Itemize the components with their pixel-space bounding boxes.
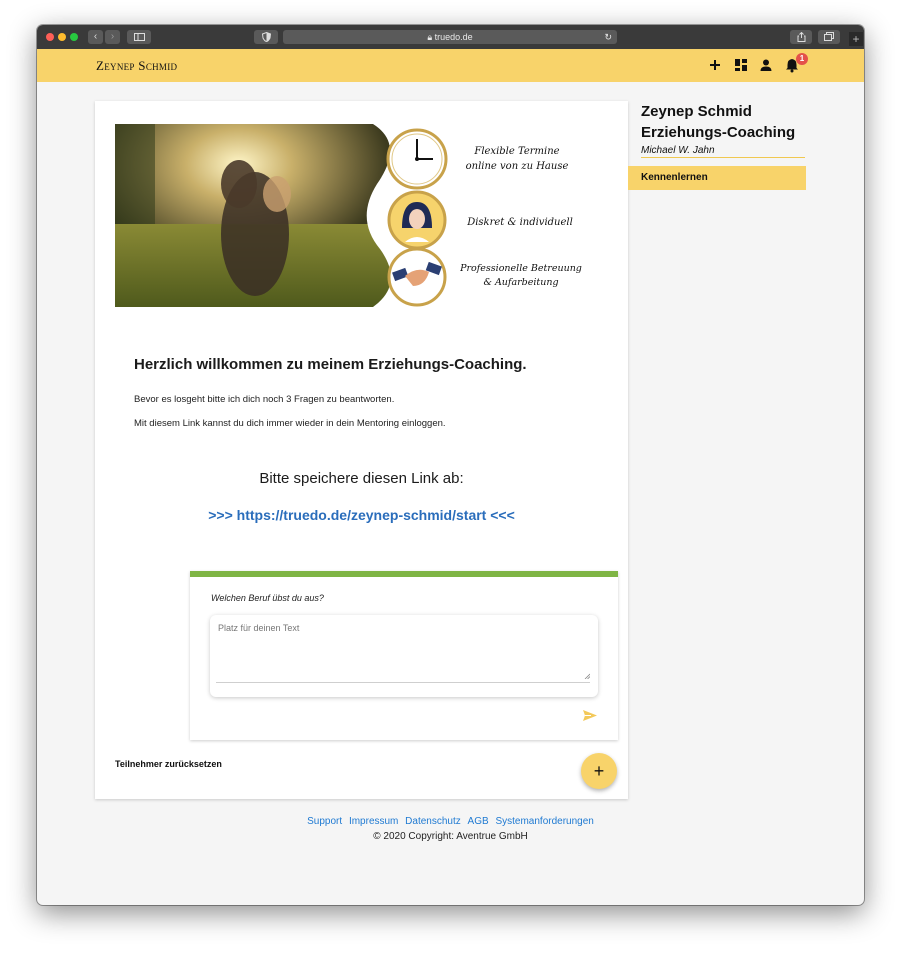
dashboard-icon — [735, 59, 747, 71]
sidebar-toggle-button[interactable] — [127, 30, 151, 44]
handshake-feature-icon — [387, 247, 447, 307]
footer-links: Support Impressum Datenschutz AGB System… — [37, 816, 864, 827]
textarea-underline — [216, 682, 590, 683]
footer-link-systemanforderungen[interactable]: Systemanforderungen — [495, 816, 593, 827]
app-header: Zeynep Schmid 1 — [37, 49, 864, 82]
feature-1-line1: Flexible Termine — [473, 146, 559, 157]
question-card-accent-bar — [190, 571, 618, 577]
privacy-button[interactable] — [254, 30, 278, 44]
login-info-paragraph: Mit diesem Link kannst du dich immer wie… — [134, 418, 446, 429]
sidebar-icon — [133, 33, 145, 41]
course-title: Zeynep Schmid Erziehungs-Coaching — [641, 101, 795, 143]
tabs-overview-button[interactable] — [818, 30, 840, 44]
dashboard-button[interactable] — [733, 57, 749, 73]
intro-paragraph: Bevor es losgeht bitte ich dich noch 3 F… — [134, 394, 395, 405]
url-text: truedo.de — [434, 32, 473, 42]
question-label: Welchen Beruf übst du aus? — [211, 593, 324, 603]
zoom-window-button[interactable] — [70, 33, 78, 41]
save-link-prompt: Bitte speichere diesen Link ab: — [259, 470, 464, 487]
answer-textarea[interactable] — [216, 623, 588, 678]
browser-window: ‹ › 🔒︎ truedo.de ↻ + Zeynep Schmid 1 Fle… — [37, 25, 864, 905]
copyright-text: © 2020 Copyright: Aventrue GmbH — [373, 831, 528, 842]
sidebar-divider — [641, 157, 805, 158]
footer-link-support[interactable]: Support — [307, 816, 342, 827]
shield-icon — [261, 31, 271, 43]
notification-badge: 1 — [796, 53, 808, 65]
profile-button[interactable] — [758, 57, 774, 73]
course-author: Michael W. Jahn — [641, 145, 715, 156]
share-button[interactable] — [790, 30, 812, 44]
family-photo — [115, 124, 390, 307]
close-window-button[interactable] — [46, 33, 54, 41]
course-title-line1: Zeynep Schmid — [641, 103, 752, 120]
clock-feature-icon — [386, 128, 448, 190]
chevron-right-icon: › — [110, 31, 115, 42]
footer-link-agb[interactable]: AGB — [468, 816, 489, 827]
back-button[interactable]: ‹ — [88, 30, 103, 44]
reload-icon[interactable]: ↻ — [604, 30, 612, 44]
tabs-icon — [824, 32, 834, 41]
footer-link-datenschutz[interactable]: Datenschutz — [405, 816, 461, 827]
mentoring-start-link[interactable]: >>> https://truedo.de/zeynep-schmid/star… — [95, 507, 628, 523]
sidebar-item-kennenlernen[interactable]: Kennenlernen — [628, 166, 806, 190]
send-icon — [583, 710, 597, 721]
welcome-heading: Herzlich willkommen zu meinem Erziehungs… — [134, 356, 527, 373]
address-bar[interactable]: 🔒︎ truedo.de ↻ — [283, 30, 617, 44]
share-icon — [797, 31, 805, 42]
coaching-banner: Flexible Termine online von zu Hause Dis… — [115, 124, 590, 307]
feature-3-line2: & Aufarbeitung — [483, 277, 558, 288]
feature-3-line1: Professionelle Betreuung — [459, 263, 582, 274]
course-title-line2: Erziehungs-Coaching — [641, 124, 796, 141]
resize-grip-icon[interactable] — [584, 673, 590, 679]
question-card: Welchen Beruf übst du aus? — [190, 571, 618, 740]
plus-icon — [710, 60, 720, 70]
forward-button[interactable]: › — [105, 30, 120, 44]
new-tab-button[interactable]: + — [849, 32, 863, 46]
lock-icon: 🔒︎ — [427, 32, 433, 42]
add-button[interactable] — [707, 57, 723, 73]
chevron-left-icon: ‹ — [93, 31, 98, 42]
answer-textbox — [210, 615, 598, 697]
add-fab-button[interactable]: + — [581, 753, 617, 789]
main-content-card: Flexible Termine online von zu Hause Dis… — [95, 101, 628, 799]
feature-2-line1: Diskret & individuell — [466, 217, 573, 228]
sidebar-item-label: Kennenlernen — [641, 172, 708, 183]
browser-titlebar: ‹ › 🔒︎ truedo.de ↻ + — [37, 25, 864, 49]
brand-logo[interactable]: Zeynep Schmid — [96, 58, 177, 74]
minimize-window-button[interactable] — [58, 33, 66, 41]
woman-feature-icon — [387, 190, 447, 250]
person-icon — [760, 59, 772, 71]
send-answer-button[interactable] — [582, 709, 600, 723]
feature-1-line2: online von zu Hause — [466, 161, 569, 172]
reset-participant-button[interactable]: Teilnehmer zurücksetzen — [115, 759, 222, 769]
footer-link-impressum[interactable]: Impressum — [349, 816, 398, 827]
